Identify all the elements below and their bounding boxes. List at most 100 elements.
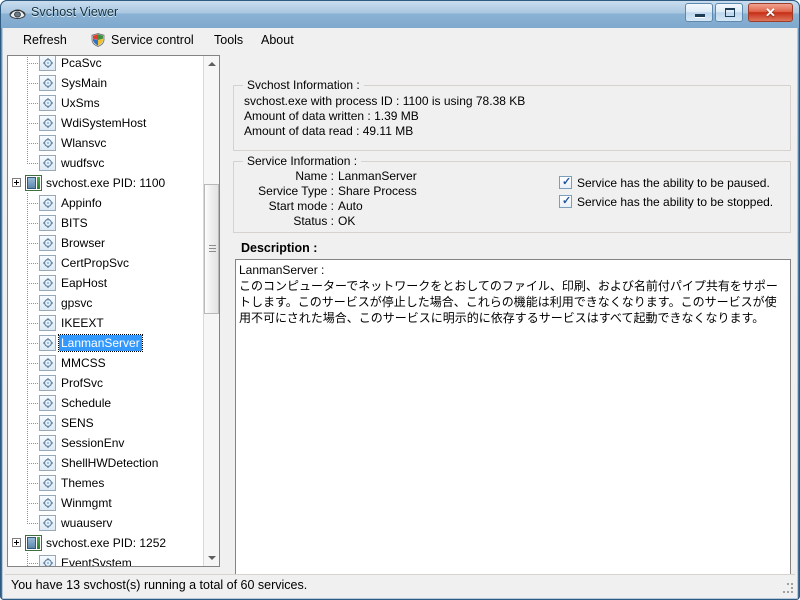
checkbox-can-pause[interactable]: ✓ Service has the ability to be paused. xyxy=(559,176,770,190)
scrollbar-thumb[interactable] xyxy=(204,184,219,314)
service-gear-icon xyxy=(39,115,56,131)
tree-node-service[interactable]: gpsvc xyxy=(8,293,204,313)
resize-grip-icon[interactable] xyxy=(779,581,793,595)
tree-node-label: Winmgmt xyxy=(61,496,112,510)
status-bar-text: You have 13 svchost(s) running a total o… xyxy=(11,578,308,592)
tree-node-label: CertPropSvc xyxy=(61,256,130,270)
collapse-toggle-icon[interactable] xyxy=(12,538,21,547)
tree-node-label: Themes xyxy=(61,476,105,490)
close-button[interactable]: ✕ xyxy=(748,3,793,22)
tree-node-service[interactable]: Winmgmt xyxy=(8,493,204,513)
tree-node-service[interactable]: Browser xyxy=(8,233,204,253)
service-status-row: Status : OK xyxy=(242,214,542,228)
tree-node-label: Browser xyxy=(61,236,106,250)
tree-node-label: UxSms xyxy=(61,96,100,110)
description-textbox[interactable]: LanmanServer : このコンピューターでネットワークをとおしてのファイ… xyxy=(235,259,791,589)
tree-node-service[interactable]: WdiSystemHost xyxy=(8,113,204,133)
tree-node-service[interactable]: Appinfo xyxy=(8,193,204,213)
service-gear-icon xyxy=(39,415,56,431)
scrollbar-grip-icon xyxy=(209,245,216,252)
svchost-data-written-line: Amount of data written : 1.39 MB xyxy=(244,109,419,123)
process-icon xyxy=(25,175,42,191)
service-gear-icon xyxy=(39,215,56,231)
tree-node-service[interactable]: IKEEXT xyxy=(8,313,204,333)
collapse-toggle-icon[interactable] xyxy=(12,178,21,187)
service-gear-icon xyxy=(39,295,56,311)
tree-node-service[interactable]: EapHost xyxy=(8,273,204,293)
tree-node-label: BITS xyxy=(61,216,88,230)
tree-node-service[interactable]: wudfsvc xyxy=(8,153,204,173)
application-window: Svchost Viewer ✕ Refresh Service control… xyxy=(0,0,800,600)
checkbox-can-pause-box[interactable]: ✓ xyxy=(559,176,572,189)
tree-node-service[interactable]: SysMain xyxy=(8,73,204,93)
tree-node-service[interactable]: wuauserv xyxy=(8,513,204,533)
tree-node-service[interactable]: BITS xyxy=(8,213,204,233)
service-gear-icon xyxy=(39,435,56,451)
tree-node-label: Schedule xyxy=(61,396,112,410)
window-inner: Svchost Viewer ✕ Refresh Service control… xyxy=(0,0,800,600)
tree-node-service[interactable]: MMCSS xyxy=(8,353,204,373)
shield-icon xyxy=(91,33,105,47)
close-icon: ✕ xyxy=(765,5,776,20)
tree-node-service[interactable]: SENS xyxy=(8,413,204,433)
scroll-down-arrow-icon[interactable] xyxy=(204,549,219,566)
tree-node-process[interactable]: svchost.exe PID: 1252 xyxy=(8,533,204,553)
menu-item-tools[interactable]: Tools xyxy=(206,28,251,52)
description-label: Description : xyxy=(241,241,318,255)
status-bar: You have 13 svchost(s) running a total o… xyxy=(5,574,795,596)
tree-node-service[interactable]: UxSms xyxy=(8,93,204,113)
tree-node-service[interactable]: EventSystem xyxy=(8,553,204,566)
service-status-value: OK xyxy=(338,214,356,228)
tree-scrollbar[interactable] xyxy=(203,56,219,566)
svchost-memory-line: svchost.exe with process ID : 1100 is us… xyxy=(244,94,526,108)
tree-node-service[interactable]: Schedule xyxy=(8,393,204,413)
tree-node-label: Wlansvc xyxy=(61,136,107,150)
tree-node-label: SessionEnv xyxy=(61,436,125,450)
service-tree-view[interactable]: PcaSvc SysMain UxSms WdiSystemHost Wlansvc wu… xyxy=(7,55,220,567)
tree-node-label: MMCSS xyxy=(61,356,106,370)
service-information-title: Service Information : xyxy=(243,154,362,168)
app-icon xyxy=(9,9,26,19)
tree-node-label: Appinfo xyxy=(61,196,102,210)
checkbox-can-stop[interactable]: ✓ Service has the ability to be stopped. xyxy=(559,195,773,209)
menu-item-refresh[interactable]: Refresh xyxy=(15,28,75,52)
tree-node-service[interactable]: Themes xyxy=(8,473,204,493)
tree-node-service[interactable]: ProfSvc xyxy=(8,373,204,393)
service-start-mode-value: Auto xyxy=(338,199,363,213)
tree-node-label: SysMain xyxy=(61,76,108,90)
service-gear-icon xyxy=(39,255,56,271)
service-gear-icon xyxy=(39,95,56,111)
tree-node-service[interactable]: SessionEnv xyxy=(8,433,204,453)
scroll-up-arrow-icon[interactable] xyxy=(204,56,219,73)
tree-node-service[interactable]: ShellHWDetection xyxy=(8,453,204,473)
svchost-data-read-line: Amount of data read : 49.11 MB xyxy=(244,124,414,138)
service-gear-icon xyxy=(39,195,56,211)
menu-item-service-control[interactable]: Service control xyxy=(87,28,202,52)
service-type-row: Service Type : Share Process xyxy=(242,184,542,198)
service-gear-icon xyxy=(39,75,56,91)
minimize-button[interactable] xyxy=(685,3,713,22)
tree-node-label: LanmanServer xyxy=(58,334,143,352)
menu-item-about[interactable]: About xyxy=(253,28,302,52)
tree-node-label: ProfSvc xyxy=(61,376,104,390)
tree-node-service[interactable]: PcaSvc xyxy=(8,56,204,73)
client-area: Refresh Service control Tools About PcaS… xyxy=(2,28,798,599)
tree-list: PcaSvc SysMain UxSms WdiSystemHost Wlansvc wu… xyxy=(8,56,204,566)
service-gear-icon xyxy=(39,375,56,391)
tree-node-service[interactable]: LanmanServer xyxy=(8,333,204,353)
service-gear-icon xyxy=(39,275,56,291)
service-gear-icon xyxy=(39,555,56,566)
checkbox-can-stop-box[interactable]: ✓ xyxy=(559,195,572,208)
checkbox-can-stop-label: Service has the ability to be stopped. xyxy=(577,195,774,209)
title-bar[interactable]: Svchost Viewer ✕ xyxy=(1,1,799,28)
tree-node-label: ShellHWDetection xyxy=(61,456,159,470)
service-gear-icon xyxy=(39,235,56,251)
tree-node-service[interactable]: CertPropSvc xyxy=(8,253,204,273)
service-gear-icon xyxy=(39,395,56,411)
tree-node-process[interactable]: svchost.exe PID: 1100 xyxy=(8,173,204,193)
menu-bar: Refresh Service control Tools About xyxy=(3,28,797,52)
service-gear-icon xyxy=(39,455,56,471)
tree-node-service[interactable]: Wlansvc xyxy=(8,133,204,153)
maximize-button[interactable] xyxy=(715,3,743,22)
tree-node-label: wuauserv xyxy=(61,516,113,530)
